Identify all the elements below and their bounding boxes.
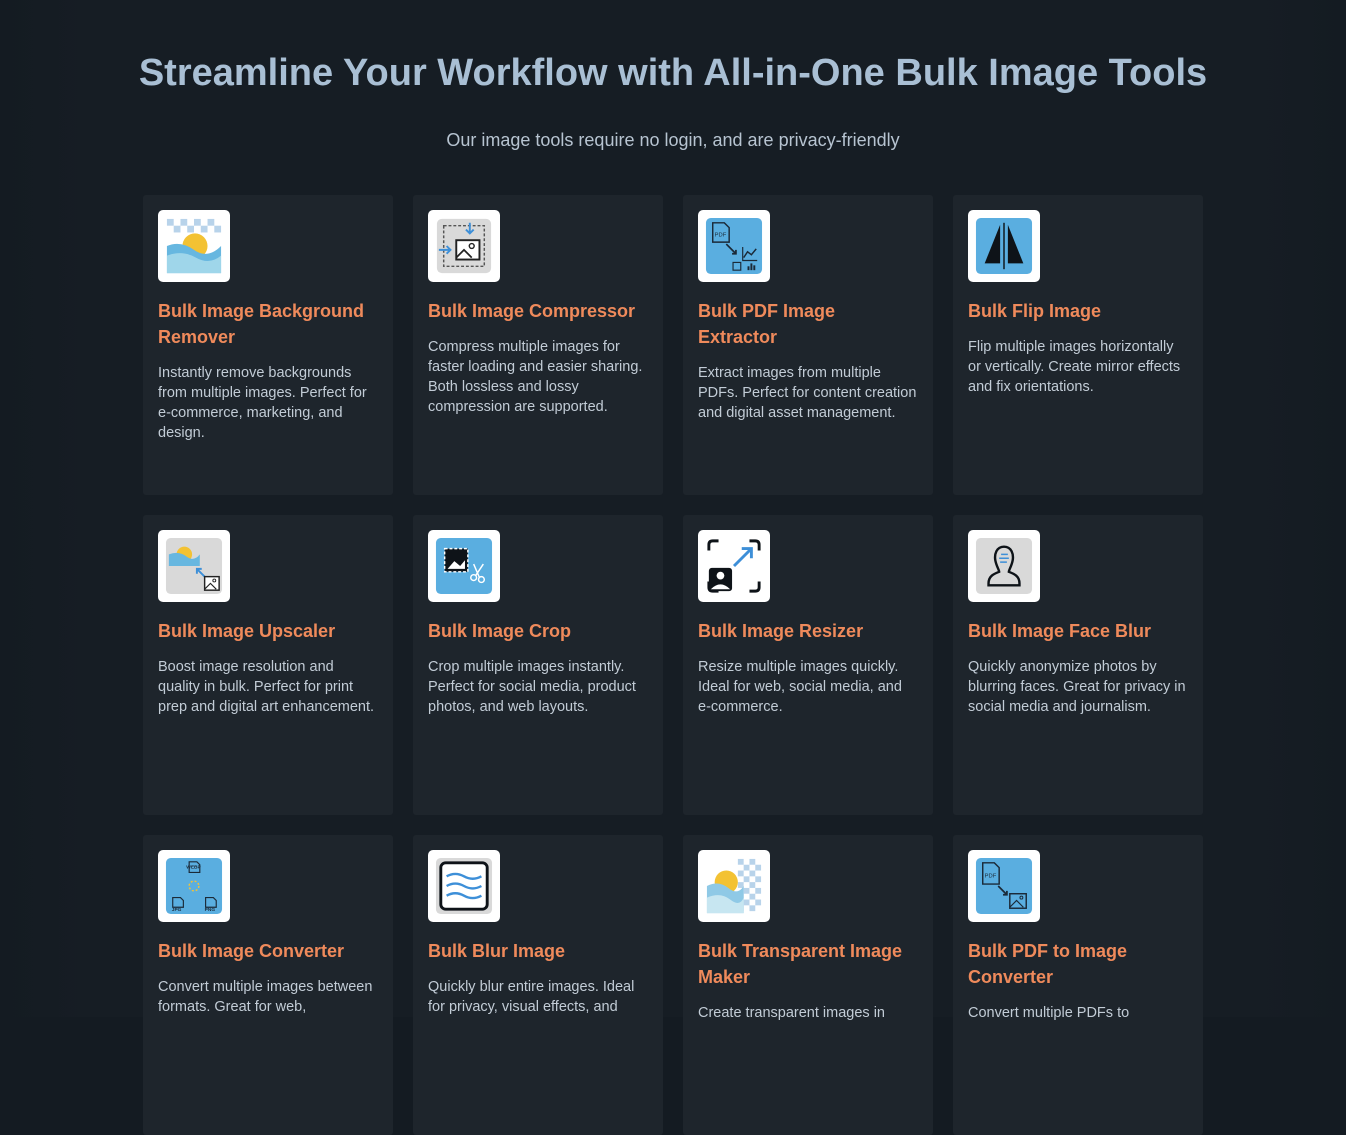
svg-text:WEBP: WEBP [186,865,201,871]
tool-description: Convert multiple PDFs to [968,1005,1130,1021]
svg-text:PNG: PNG [205,907,216,913]
tool-card-pdf-to-image[interactable]: PDF Bulk PDF to Image Converter Convert … [953,835,1203,1135]
tool-title: Bulk Image Face Blur [968,621,1152,641]
tool-title: Bulk Image Upscaler [158,621,336,641]
converter-icon: WEBP JPG PNG [158,850,230,922]
resizer-icon [698,530,770,602]
tool-card-compressor[interactable]: Bulk Image Compressor Compress multiple … [413,195,663,495]
svg-text:PDF: PDF [715,232,727,238]
tool-card-background-remover[interactable]: Bulk Image Background Remover Instantly … [143,195,393,495]
tool-title: Bulk PDF Image Extractor [698,301,836,347]
svg-text:PDF: PDF [985,873,997,879]
page-subtitle: Our image tools require no login, and ar… [446,130,900,150]
tool-description: Crop multiple images instantly. Perfect … [428,659,636,715]
tool-title: Bulk Image Crop [428,621,572,641]
face-blur-icon [968,530,1040,602]
tool-description: Flip multiple images horizontally or ver… [968,339,1181,395]
crop-icon [428,530,500,602]
upscaler-icon [158,530,230,602]
page: Streamline Your Workflow with All-in-One… [0,0,1346,1135]
tool-title: Bulk Flip Image [968,301,1102,321]
tool-card-crop[interactable]: Bulk Image Crop Crop multiple images ins… [413,515,663,815]
tool-description: Compress multiple images for faster load… [428,339,643,415]
tool-description: Instantly remove backgrounds from multip… [158,365,367,441]
tools-grid: Bulk Image Background Remover Instantly … [143,195,1203,1135]
tool-description: Extract images from multiple PDFs. Perfe… [698,365,917,421]
tool-description: Boost image resolution and quality in bu… [158,659,375,715]
tool-description: Quickly blur entire images. Ideal for pr… [428,979,635,1015]
tool-title: Bulk PDF to Image Converter [968,941,1128,987]
blur-icon [428,850,500,922]
tool-card-flip[interactable]: Bulk Flip Image Flip multiple images hor… [953,195,1203,495]
pdf-to-image-icon: PDF [968,850,1040,922]
tool-title: Bulk Image Background Remover [158,301,365,347]
tool-description: Resize multiple images quickly. Ideal fo… [698,659,902,715]
svg-text:JPG: JPG [172,907,182,913]
tool-title: Bulk Transparent Image Maker [698,941,903,987]
compressor-icon [428,210,500,282]
tool-title: Bulk Blur Image [428,941,566,961]
tool-description: Convert multiple images between formats.… [158,979,373,1015]
tool-title: Bulk Image Compressor [428,301,636,321]
tool-card-resizer[interactable]: Bulk Image Resizer Resize multiple image… [683,515,933,815]
tool-title: Bulk Image Converter [158,941,345,961]
tool-card-pdf-extractor[interactable]: PDF Bulk PDF Image Extractor Extract ima… [683,195,933,495]
flip-icon [968,210,1040,282]
tool-description: Quickly anonymize photos by blurring fac… [968,659,1186,715]
tool-card-blur[interactable]: Bulk Blur Image Quickly blur entire imag… [413,835,663,1135]
tool-card-upscaler[interactable]: Bulk Image Upscaler Boost image resoluti… [143,515,393,815]
tool-description: Create transparent images in [698,1005,885,1021]
background-remover-icon [158,210,230,282]
tool-card-transparent-maker[interactable]: Bulk Transparent Image Maker Create tran… [683,835,933,1135]
tool-card-face-blur[interactable]: Bulk Image Face Blur Quickly anonymize p… [953,515,1203,815]
transparent-maker-icon [698,850,770,922]
tool-title: Bulk Image Resizer [698,621,864,641]
page-title: Streamline Your Workflow with All-in-One… [138,52,1208,94]
pdf-extractor-icon: PDF [698,210,770,282]
tool-card-converter[interactable]: WEBP JPG PNG Bulk Image Converter Conver… [143,835,393,1135]
